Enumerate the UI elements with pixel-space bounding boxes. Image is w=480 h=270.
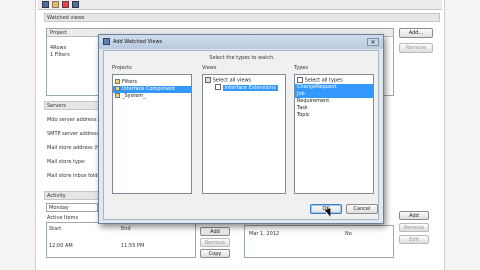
activity-add-button[interactable]: Add [200,227,230,236]
date-value[interactable]: Mar 1, 2012 [249,231,279,237]
project-icon [115,93,120,98]
projects-list[interactable]: Filters Interface Component _System_ [112,74,192,194]
start-time-value[interactable]: 12:00 AM [49,243,73,249]
toolbar [38,0,442,10]
column-project: Project [50,30,68,36]
select-all-views-checkbox[interactable] [205,77,211,83]
type-requirement: Requirement [297,98,330,104]
mdo-server-label: Mdo server address: [47,117,98,123]
cancel-button[interactable]: Cancel [346,204,378,214]
dialog-title-bar: Add Watched Views ✕ [99,35,383,49]
disk-icon[interactable] [72,1,79,8]
mail-store-type-label: Mail store type: [47,159,86,165]
list-item[interactable]: Task [295,105,373,112]
list-item[interactable]: _System_ [113,93,191,100]
table-row[interactable]: 4Rows [50,45,66,51]
type-task: Task [297,105,308,111]
start-column: Start [49,226,62,232]
end-time-value[interactable]: 11:55 PM [121,243,144,249]
view-checkbox[interactable] [215,84,221,90]
watched-views-header: Watched views [44,13,440,22]
activity-copy-button[interactable]: Copy [200,249,230,258]
project-interface-component: Interface Component [122,86,176,92]
servers-header: Servers [44,101,100,110]
active-items-table: Start End 12:00 AM 11:55 PM [46,222,196,258]
views-list[interactable]: Select all views Interface Extensions [202,74,286,194]
smtp-server-label: SMTP server address [47,131,100,137]
mail-store-address-label: Mail store address (for [47,145,104,151]
left-desktop-strip [0,0,36,270]
projects-label: Projects [112,65,132,71]
list-item[interactable]: Requirement [295,98,373,105]
close-icon[interactable]: ✕ [367,38,379,46]
project-icon [115,79,120,84]
end-column: End [121,226,131,232]
select-all-views[interactable]: Select all views [203,77,285,84]
list-item[interactable]: Filters [113,79,191,86]
day-select[interactable]: Monday [46,203,98,212]
close-file-icon[interactable] [62,1,69,8]
activity-remove-button[interactable]: Remove [200,238,230,247]
dates-edit-button[interactable]: Edit [399,235,429,244]
mail-store-inbox-label: Mail store inbox folder: [47,173,105,179]
folder-icon[interactable] [52,1,59,8]
project-filters: Filters [122,79,137,85]
dialog-body: Select the types to watch. Projects View… [103,50,379,220]
dialog-app-icon [103,38,110,45]
list-item[interactable]: Topic [295,112,373,119]
table-row[interactable]: 1 Filters [50,52,70,58]
types-label: Types [294,65,309,71]
type-changerequest: ChangeRequest [297,84,337,90]
type-job: Job [297,91,305,97]
list-item[interactable]: Job [295,91,373,98]
remove-watched-view-button[interactable]: Remove [399,43,433,53]
save-icon[interactable] [42,1,49,8]
list-item[interactable]: ChangeRequest [295,84,373,91]
project-system: _System_ [122,93,146,99]
dialog-title: Add Watched Views [113,39,163,45]
select-all-views-label: Select all views [212,77,252,84]
views-label: Views [202,65,217,71]
day-select-value: Monday [49,205,69,211]
project-icon [115,86,120,91]
select-all-types-label: Select all types [304,77,343,84]
types-list[interactable]: Select all types ChangeRequest Job Requi… [294,74,374,194]
list-item[interactable]: Interface Component [113,86,191,93]
dates-remove-button[interactable]: Remove [399,223,429,232]
view-interface-extensions: Interface Extensions [222,84,278,91]
add-watched-views-dialog: Add Watched Views ✕ Select the types to … [98,34,384,224]
right-desktop-strip [444,0,480,270]
dates-add-button[interactable]: Add [399,211,429,220]
type-topic: Topic [297,112,310,118]
dialog-instruction: Select the types to watch. [209,55,275,61]
dates-table: Mar 1, 2012 No [244,225,394,258]
no-value[interactable]: No [345,231,352,237]
list-item[interactable]: Interface Extensions [203,84,285,91]
activity-header: Activity [44,191,100,200]
select-all-types[interactable]: Select all types [295,77,373,84]
add-watched-view-button[interactable]: Add... [399,28,433,38]
select-all-types-checkbox[interactable] [297,77,303,83]
active-items-label: Active Items [47,215,79,221]
